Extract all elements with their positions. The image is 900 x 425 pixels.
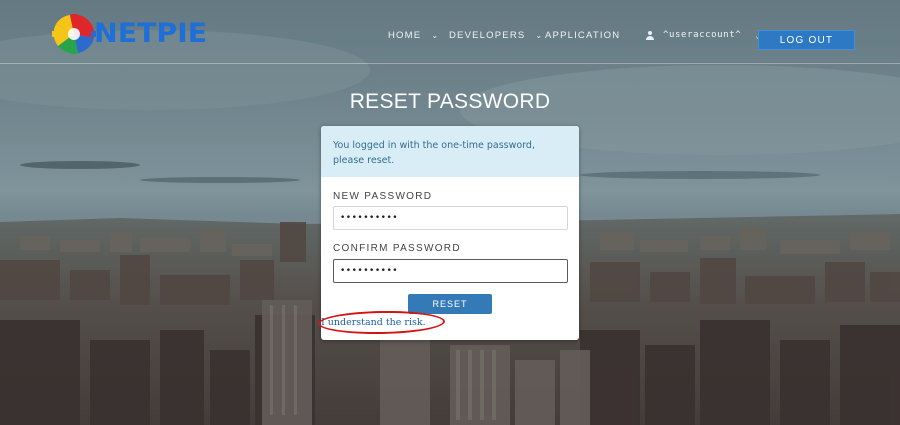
user-icon — [646, 30, 654, 40]
reset-button[interactable]: RESET — [408, 294, 492, 314]
nav-item-label: DEVELOPERS — [449, 30, 526, 41]
chevron-down-icon: ⌄ — [431, 31, 440, 40]
new-password-label: NEW PASSWORD — [333, 191, 433, 202]
info-alert: You logged in with the one-time password… — [321, 126, 579, 177]
user-account-label: ^useraccount^ — [663, 30, 742, 40]
nav-item-user-account[interactable]: ^useraccount^ ⌄ — [646, 30, 761, 40]
nav-item-developers[interactable]: DEVELOPERS ⌄ — [449, 30, 543, 41]
confirm-password-input[interactable]: •••••••••• — [333, 259, 568, 283]
nav-item-label: APPLICATION — [545, 30, 621, 41]
reset-password-card: You logged in with the one-time password… — [321, 126, 579, 340]
chevron-down-icon: ⌄ — [535, 31, 544, 40]
new-password-input[interactable]: •••••••••• — [333, 206, 568, 230]
confirm-password-label: CONFIRM PASSWORD — [333, 243, 461, 254]
logout-button[interactable]: LOG OUT — [758, 30, 855, 50]
page-title: RESET PASSWORD — [349, 90, 551, 113]
nav-item-home[interactable]: HOME ⌄ — [388, 30, 439, 41]
nav-item-label: HOME — [388, 30, 422, 41]
nav-item-application[interactable]: APPLICATION — [545, 30, 620, 41]
top-navbar: NETPIE HOME ⌄ DEVELOPERS ⌄ APPLICATION ^… — [0, 0, 900, 64]
